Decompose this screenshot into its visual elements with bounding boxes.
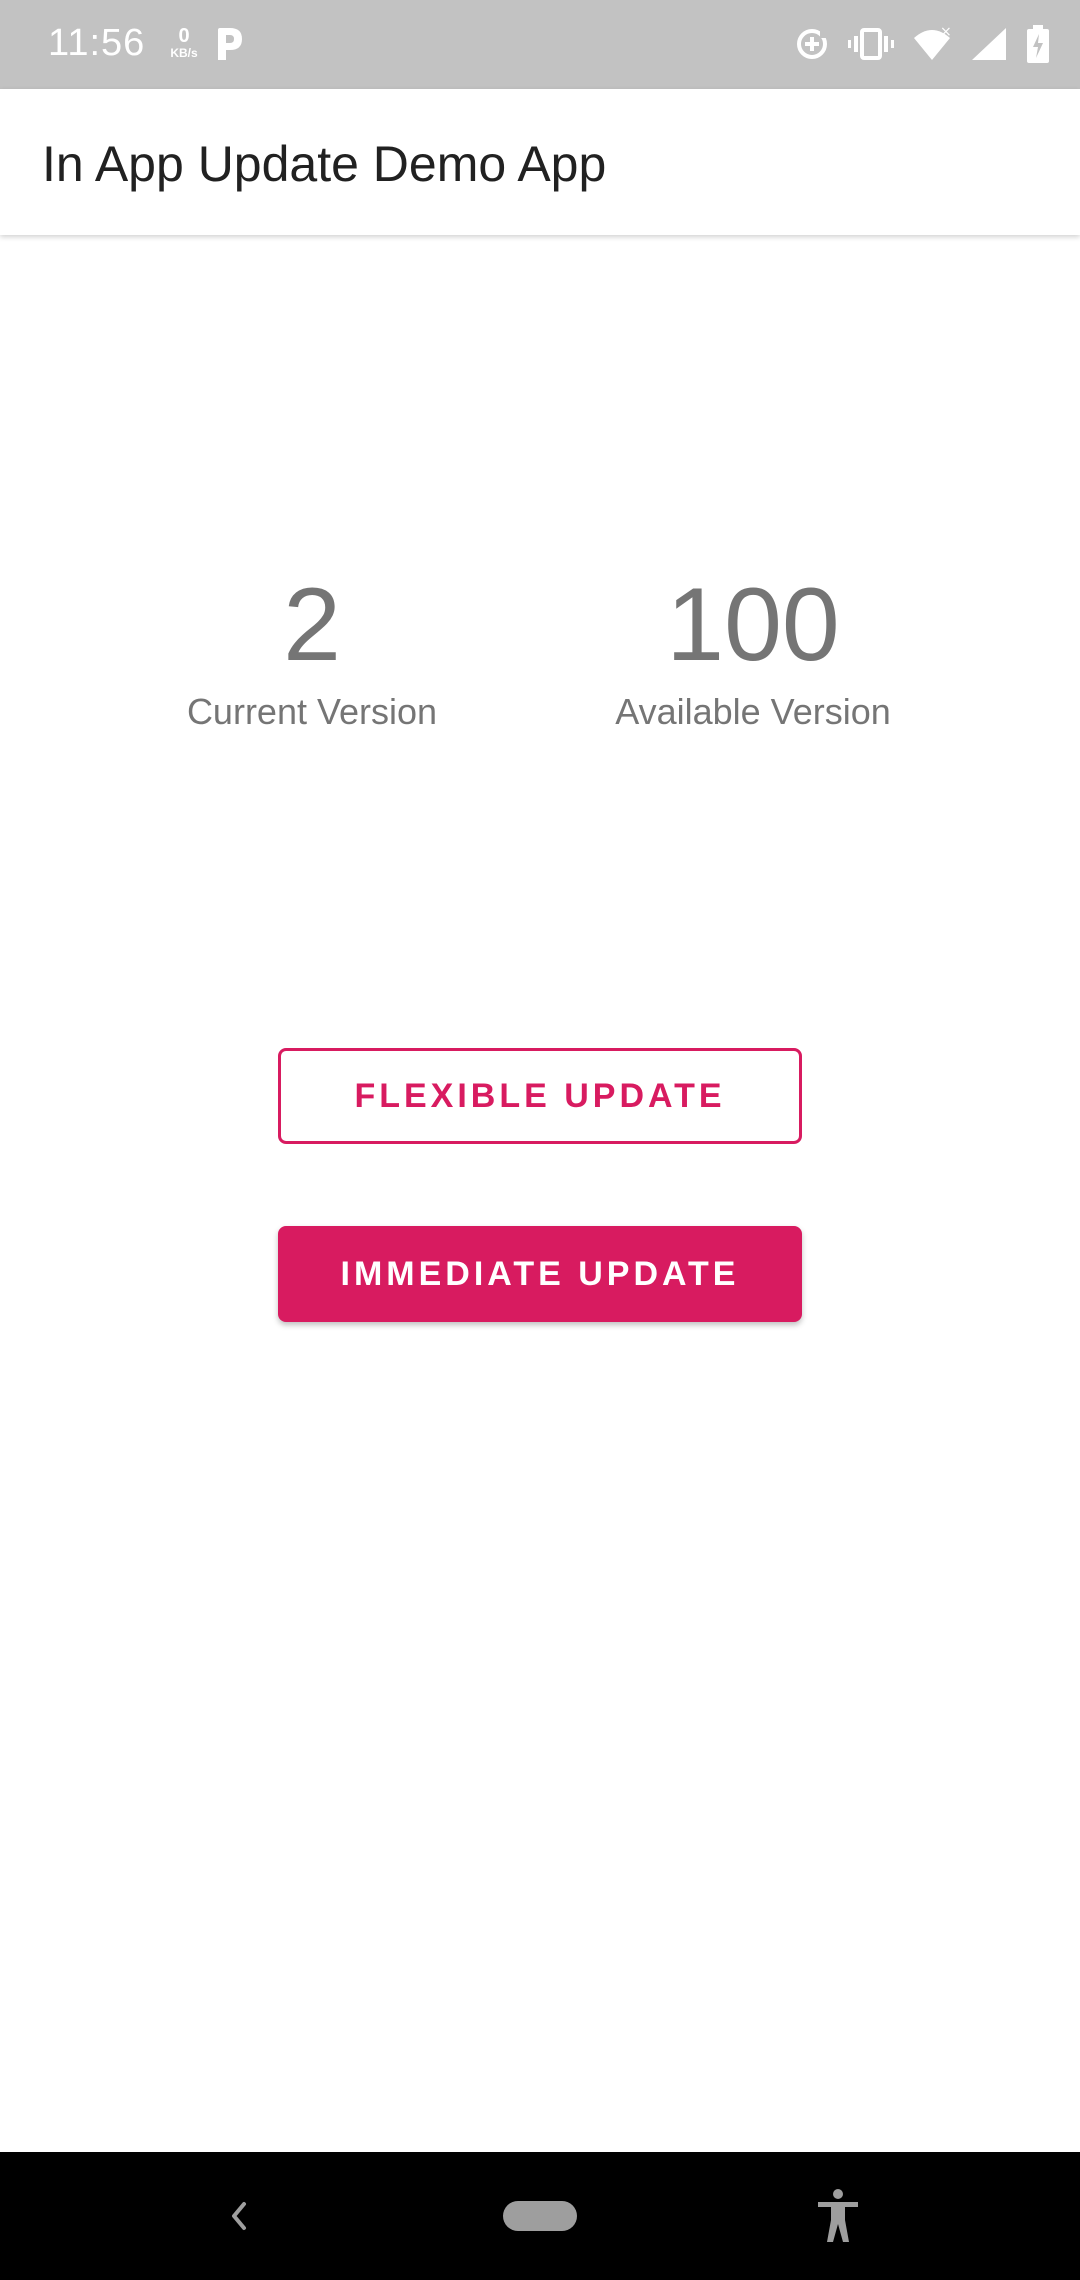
immediate-update-button[interactable]: IMMEDIATE UPDATE bbox=[278, 1226, 802, 1322]
current-version-block: 2 Current Version bbox=[132, 565, 492, 733]
available-version-number: 100 bbox=[666, 567, 840, 683]
back-icon[interactable] bbox=[224, 2196, 254, 2236]
svg-text:×: × bbox=[940, 26, 952, 40]
app-bar: In App Update Demo App bbox=[0, 89, 1080, 235]
home-pill-icon[interactable] bbox=[503, 2201, 577, 2231]
network-speed-unit: KB/s bbox=[170, 46, 198, 60]
app-title: In App Update Demo App bbox=[42, 136, 607, 192]
data-saver-icon bbox=[797, 29, 828, 59]
network-speed-indicator: 0 KB/s bbox=[166, 26, 202, 59]
status-time: 11:56 bbox=[48, 22, 146, 64]
current-version-label: Current Version bbox=[186, 691, 438, 732]
screen: 11:56 0 KB/s × In App Update Demo App 2 … bbox=[0, 0, 1080, 2280]
vibrate-icon bbox=[848, 28, 894, 60]
current-version-number: 2 bbox=[283, 567, 341, 683]
status-bar: 11:56 0 KB/s × bbox=[0, 0, 1080, 89]
signal-icon bbox=[972, 28, 1006, 60]
network-speed-value: 0 bbox=[178, 25, 190, 47]
p-app-icon bbox=[218, 28, 242, 60]
flexible-update-button[interactable]: FLEXIBLE UPDATE bbox=[278, 1048, 802, 1144]
accessibility-icon[interactable] bbox=[816, 2188, 860, 2244]
wifi-icon: × bbox=[914, 26, 952, 60]
available-version-label: Available Version bbox=[615, 691, 891, 732]
available-version-block: 100 Available Version bbox=[573, 565, 933, 733]
battery-charging-icon bbox=[1027, 25, 1049, 63]
status-icons: × bbox=[794, 24, 1050, 64]
